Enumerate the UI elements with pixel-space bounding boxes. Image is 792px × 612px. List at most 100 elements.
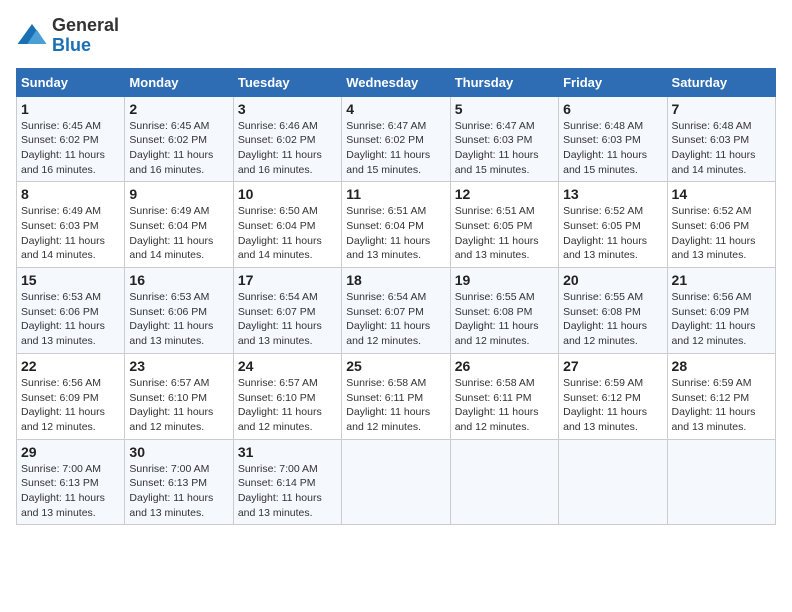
cell-week1-day0: 1 Sunrise: 6:45 AMSunset: 6:02 PMDayligh… [17,96,125,182]
day-number: 19 [455,272,554,288]
cell-week4-day3: 25 Sunrise: 6:58 AMSunset: 6:11 PMDaylig… [342,353,450,439]
logo-blue: Blue [52,35,91,55]
day-info: Sunrise: 6:50 AMSunset: 6:04 PMDaylight:… [238,205,322,261]
day-number: 27 [563,358,662,374]
header-monday: Monday [125,68,233,96]
week-row-4: 22 Sunrise: 6:56 AMSunset: 6:09 PMDaylig… [17,353,776,439]
day-number: 12 [455,186,554,202]
day-number: 7 [672,101,771,117]
header-sunday: Sunday [17,68,125,96]
day-info: Sunrise: 6:45 AMSunset: 6:02 PMDaylight:… [129,120,213,176]
day-info: Sunrise: 6:47 AMSunset: 6:02 PMDaylight:… [346,120,430,176]
day-info: Sunrise: 7:00 AMSunset: 6:13 PMDaylight:… [21,463,105,519]
day-number: 24 [238,358,337,374]
cell-week5-day2: 31 Sunrise: 7:00 AMSunset: 6:14 PMDaylig… [233,439,341,525]
day-info: Sunrise: 6:55 AMSunset: 6:08 PMDaylight:… [563,291,647,347]
day-info: Sunrise: 6:58 AMSunset: 6:11 PMDaylight:… [346,377,430,433]
day-info: Sunrise: 6:45 AMSunset: 6:02 PMDaylight:… [21,120,105,176]
cell-week2-day2: 10 Sunrise: 6:50 AMSunset: 6:04 PMDaylig… [233,182,341,268]
day-info: Sunrise: 6:48 AMSunset: 6:03 PMDaylight:… [672,120,756,176]
day-number: 22 [21,358,120,374]
cell-week4-day0: 22 Sunrise: 6:56 AMSunset: 6:09 PMDaylig… [17,353,125,439]
cell-week4-day5: 27 Sunrise: 6:59 AMSunset: 6:12 PMDaylig… [559,353,667,439]
day-info: Sunrise: 6:57 AMSunset: 6:10 PMDaylight:… [238,377,322,433]
day-number: 14 [672,186,771,202]
day-info: Sunrise: 6:52 AMSunset: 6:06 PMDaylight:… [672,205,756,261]
cell-week2-day5: 13 Sunrise: 6:52 AMSunset: 6:05 PMDaylig… [559,182,667,268]
day-number: 9 [129,186,228,202]
logo: General Blue [16,16,119,56]
cell-week3-day0: 15 Sunrise: 6:53 AMSunset: 6:06 PMDaylig… [17,268,125,354]
cell-week1-day1: 2 Sunrise: 6:45 AMSunset: 6:02 PMDayligh… [125,96,233,182]
header-tuesday: Tuesday [233,68,341,96]
day-info: Sunrise: 6:57 AMSunset: 6:10 PMDaylight:… [129,377,213,433]
day-number: 23 [129,358,228,374]
day-number: 6 [563,101,662,117]
cell-week1-day4: 5 Sunrise: 6:47 AMSunset: 6:03 PMDayligh… [450,96,558,182]
day-number: 4 [346,101,445,117]
cell-week3-day2: 17 Sunrise: 6:54 AMSunset: 6:07 PMDaylig… [233,268,341,354]
day-info: Sunrise: 7:00 AMSunset: 6:14 PMDaylight:… [238,463,322,519]
day-info: Sunrise: 6:54 AMSunset: 6:07 PMDaylight:… [346,291,430,347]
day-number: 29 [21,444,120,460]
page-header: General Blue [16,16,776,56]
cell-week3-day6: 21 Sunrise: 6:56 AMSunset: 6:09 PMDaylig… [667,268,775,354]
logo-text: General Blue [52,16,119,56]
cell-week1-day5: 6 Sunrise: 6:48 AMSunset: 6:03 PMDayligh… [559,96,667,182]
day-info: Sunrise: 6:48 AMSunset: 6:03 PMDaylight:… [563,120,647,176]
calendar-table: SundayMondayTuesdayWednesdayThursdayFrid… [16,68,776,526]
day-number: 17 [238,272,337,288]
cell-week3-day4: 19 Sunrise: 6:55 AMSunset: 6:08 PMDaylig… [450,268,558,354]
day-number: 11 [346,186,445,202]
day-number: 8 [21,186,120,202]
day-number: 28 [672,358,771,374]
cell-week4-day2: 24 Sunrise: 6:57 AMSunset: 6:10 PMDaylig… [233,353,341,439]
day-info: Sunrise: 6:51 AMSunset: 6:04 PMDaylight:… [346,205,430,261]
day-number: 20 [563,272,662,288]
cell-week4-day6: 28 Sunrise: 6:59 AMSunset: 6:12 PMDaylig… [667,353,775,439]
day-number: 21 [672,272,771,288]
cell-week5-day5 [559,439,667,525]
day-number: 15 [21,272,120,288]
cell-week5-day6 [667,439,775,525]
cell-week5-day3 [342,439,450,525]
day-info: Sunrise: 6:54 AMSunset: 6:07 PMDaylight:… [238,291,322,347]
day-number: 1 [21,101,120,117]
header-wednesday: Wednesday [342,68,450,96]
day-info: Sunrise: 6:53 AMSunset: 6:06 PMDaylight:… [21,291,105,347]
cell-week5-day1: 30 Sunrise: 7:00 AMSunset: 6:13 PMDaylig… [125,439,233,525]
cell-week3-day1: 16 Sunrise: 6:53 AMSunset: 6:06 PMDaylig… [125,268,233,354]
day-info: Sunrise: 6:59 AMSunset: 6:12 PMDaylight:… [563,377,647,433]
cell-week5-day4 [450,439,558,525]
day-info: Sunrise: 7:00 AMSunset: 6:13 PMDaylight:… [129,463,213,519]
header-friday: Friday [559,68,667,96]
day-number: 31 [238,444,337,460]
day-info: Sunrise: 6:56 AMSunset: 6:09 PMDaylight:… [21,377,105,433]
day-number: 13 [563,186,662,202]
week-row-3: 15 Sunrise: 6:53 AMSunset: 6:06 PMDaylig… [17,268,776,354]
day-number: 30 [129,444,228,460]
day-info: Sunrise: 6:55 AMSunset: 6:08 PMDaylight:… [455,291,539,347]
header-saturday: Saturday [667,68,775,96]
day-info: Sunrise: 6:51 AMSunset: 6:05 PMDaylight:… [455,205,539,261]
day-info: Sunrise: 6:47 AMSunset: 6:03 PMDaylight:… [455,120,539,176]
day-info: Sunrise: 6:59 AMSunset: 6:12 PMDaylight:… [672,377,756,433]
day-number: 10 [238,186,337,202]
cell-week2-day3: 11 Sunrise: 6:51 AMSunset: 6:04 PMDaylig… [342,182,450,268]
cell-week2-day6: 14 Sunrise: 6:52 AMSunset: 6:06 PMDaylig… [667,182,775,268]
cell-week2-day4: 12 Sunrise: 6:51 AMSunset: 6:05 PMDaylig… [450,182,558,268]
cell-week4-day1: 23 Sunrise: 6:57 AMSunset: 6:10 PMDaylig… [125,353,233,439]
weekday-header-row: SundayMondayTuesdayWednesdayThursdayFrid… [17,68,776,96]
logo-general: General [52,15,119,35]
day-number: 3 [238,101,337,117]
day-info: Sunrise: 6:53 AMSunset: 6:06 PMDaylight:… [129,291,213,347]
cell-week1-day2: 3 Sunrise: 6:46 AMSunset: 6:02 PMDayligh… [233,96,341,182]
cell-week4-day4: 26 Sunrise: 6:58 AMSunset: 6:11 PMDaylig… [450,353,558,439]
cell-week3-day3: 18 Sunrise: 6:54 AMSunset: 6:07 PMDaylig… [342,268,450,354]
cell-week2-day1: 9 Sunrise: 6:49 AMSunset: 6:04 PMDayligh… [125,182,233,268]
week-row-5: 29 Sunrise: 7:00 AMSunset: 6:13 PMDaylig… [17,439,776,525]
day-info: Sunrise: 6:58 AMSunset: 6:11 PMDaylight:… [455,377,539,433]
week-row-1: 1 Sunrise: 6:45 AMSunset: 6:02 PMDayligh… [17,96,776,182]
day-number: 26 [455,358,554,374]
day-info: Sunrise: 6:56 AMSunset: 6:09 PMDaylight:… [672,291,756,347]
